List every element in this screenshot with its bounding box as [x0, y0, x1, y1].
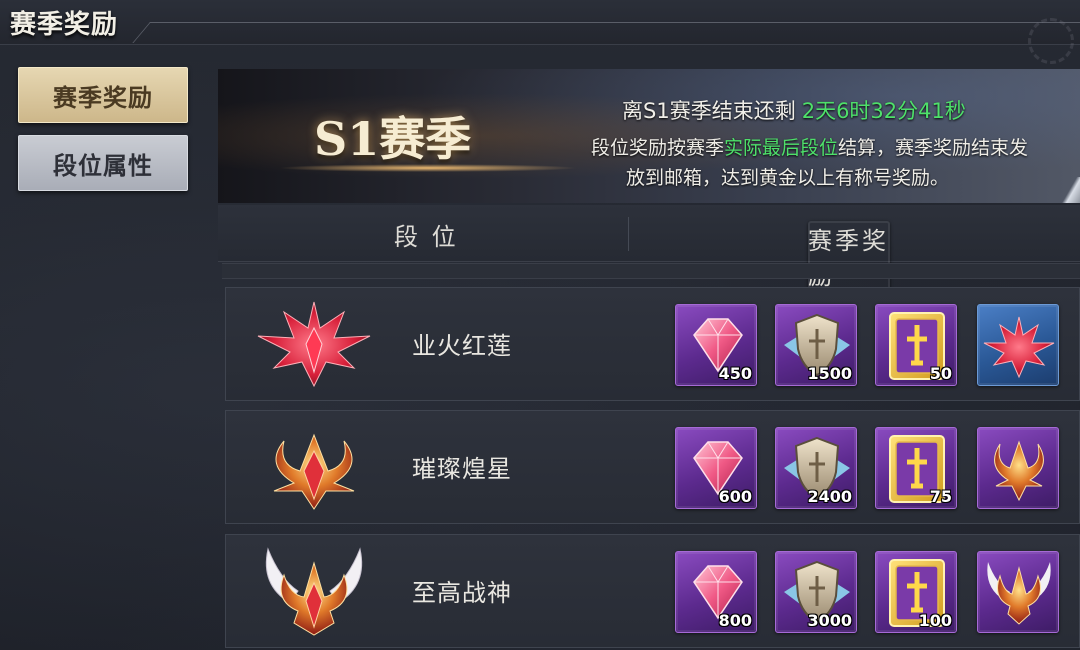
reward-gem[interactable]: 450: [675, 304, 757, 386]
radiant-star-emblem-icon: [994, 440, 1044, 502]
sidebar-item-rank-attributes[interactable]: 段位属性: [18, 135, 188, 191]
table-header: 段 位 赛季奖励: [218, 205, 1080, 290]
list-scroll-edge: [222, 263, 1080, 279]
sword-blade-decoration: [1040, 177, 1080, 203]
reward-quantity: 800: [718, 611, 752, 630]
supreme-war-god-emblem-icon: [265, 547, 363, 636]
column-header-rank: 段 位: [394, 223, 459, 251]
sidebar-item-season-rewards[interactable]: 赛季奖励: [18, 67, 188, 123]
countdown: 离S1赛季结束还剩 2天6时32分41秒: [622, 95, 966, 125]
reward-gold-card[interactable]: 100: [875, 551, 957, 633]
list-item: 至高战神 800 3000 100: [225, 534, 1080, 648]
reward-shield-token[interactable]: 3000: [775, 551, 857, 633]
reward-gem[interactable]: 800: [675, 551, 757, 633]
reward-quantity: 75: [929, 487, 952, 506]
red-lotus-emblem-icon: [983, 316, 1055, 379]
reward-shield-token[interactable]: 2400: [775, 427, 857, 509]
header-divider: [132, 22, 1080, 43]
reward-quantity: 50: [929, 364, 952, 383]
column-divider: [628, 217, 629, 251]
reward-rank-frame[interactable]: [977, 427, 1059, 509]
list-item: 璀璨煌星 600 2400 75: [225, 410, 1080, 524]
rules-text: 结算，赛季奖励结束发: [838, 137, 1029, 159]
reward-quantity: 450: [718, 364, 752, 383]
rules-text: 段位奖励按赛季: [591, 137, 725, 159]
rules-description-line-2: 放到邮箱，达到黄金以上有称号奖励。: [626, 167, 950, 189]
list-item: 业火红莲 450 1500 50: [225, 287, 1080, 401]
reward-quantity: 2400: [807, 487, 852, 506]
sidebar: 赛季奖励 段位属性: [18, 67, 188, 203]
season-banner: S1赛季 离S1赛季结束还剩 2天6时32分41秒 段位奖励按赛季实际最后段位结算…: [218, 69, 1080, 203]
rank-name: 璀璨煌星: [412, 455, 512, 483]
reward-rank-frame[interactable]: [977, 551, 1059, 633]
supreme-war-god-emblem-icon: [987, 562, 1051, 625]
rank-name: 至高战神: [412, 579, 512, 607]
radiant-star-emblem-icon: [273, 433, 355, 510]
season-title: S1赛季: [314, 112, 472, 166]
countdown-time: 2天6时32分41秒: [801, 99, 966, 123]
reward-quantity: 600: [718, 487, 752, 506]
red-lotus-emblem-icon: [257, 301, 371, 388]
rules-description-line-1: 段位奖励按赛季实际最后段位结算，赛季奖励结束发: [591, 133, 1028, 160]
page-title: 赛季奖励: [10, 10, 119, 40]
header-bar: 赛季奖励: [0, 0, 1080, 64]
reward-quantity: 100: [918, 611, 952, 630]
reward-quantity: 1500: [807, 364, 852, 383]
reward-gem[interactable]: 600: [675, 427, 757, 509]
reward-rank-frame[interactable]: [977, 304, 1059, 386]
reward-gold-card[interactable]: 75: [875, 427, 957, 509]
reward-gold-card[interactable]: 50: [875, 304, 957, 386]
reward-shield-token[interactable]: 1500: [775, 304, 857, 386]
reward-quantity: 3000: [807, 611, 852, 630]
gear-icon: [1028, 18, 1074, 64]
countdown-label: 离S1赛季结束还剩: [622, 99, 796, 123]
rank-name: 业火红莲: [412, 332, 512, 360]
rules-highlight: 实际最后段位: [724, 137, 839, 159]
